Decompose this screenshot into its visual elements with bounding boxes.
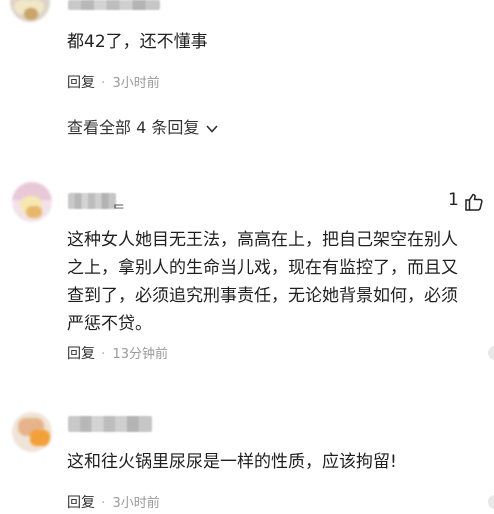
comment-time: 3小时前 [112, 496, 160, 511]
username-tail: ᆮ [112, 193, 126, 211]
more-options-icon[interactable] [488, 346, 494, 360]
avatar[interactable] [12, 182, 52, 222]
username-blurred[interactable] [68, 0, 160, 10]
comment-text-line: 之上，拿别人的生命当儿戏，现在有监控了，而且又 [67, 258, 458, 278]
avatar[interactable] [10, 0, 50, 22]
comment-text-line: 严惩不贷。 [67, 314, 152, 334]
thumbs-up-icon[interactable] [464, 192, 484, 212]
reply-button[interactable]: 回复 [67, 495, 95, 511]
separator-dot: · [101, 75, 106, 91]
comment-text-line: 这种女人她目无王法，高高在上，把自己架空在别人 [67, 230, 458, 250]
comment-time: 3小时前 [112, 76, 160, 91]
comment-text: 都42了，还不懂事 [67, 32, 208, 52]
comment-time: 13分钟前 [112, 347, 168, 362]
separator-dot: · [101, 346, 106, 362]
comment-text: 这和往火锅里尿尿是一样的性质，应该拘留! [67, 452, 397, 472]
view-all-replies-label: 查看全部 4 条回复 [67, 118, 200, 137]
username-blurred[interactable] [68, 416, 152, 432]
reply-button[interactable]: 回复 [67, 75, 95, 91]
comment-text-line: 查到了，必须追究刑事责任，无论她背景如何，必须 [67, 286, 458, 306]
username-blurred[interactable] [68, 193, 116, 209]
chevron-down-icon [206, 124, 219, 133]
separator-dot: · [101, 495, 106, 511]
like-count: 1 [448, 190, 459, 210]
reply-button[interactable]: 回复 [67, 346, 95, 362]
view-all-replies-button[interactable]: 查看全部 4 条回复 [67, 114, 219, 138]
avatar[interactable] [12, 412, 52, 452]
more-options-icon[interactable] [488, 495, 494, 509]
